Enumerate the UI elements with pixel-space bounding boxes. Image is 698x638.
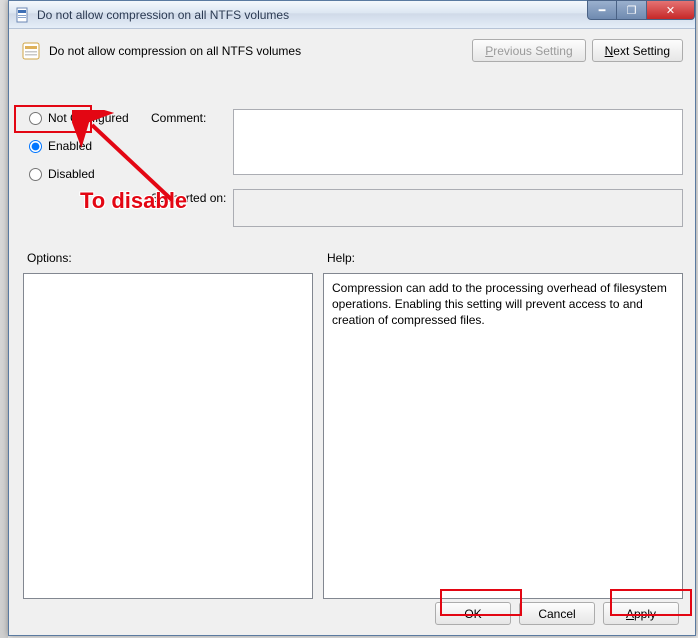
policy-dialog-window: Do not allow compression on all NTFS vol…: [8, 0, 696, 636]
radio-disabled[interactable]: Disabled: [29, 167, 129, 181]
radio-not-configured-label: Not Configured: [48, 111, 129, 125]
radio-enabled-label: Enabled: [48, 139, 92, 153]
previous-setting-button[interactable]: Previous Setting: [472, 39, 585, 62]
comment-input[interactable]: [233, 109, 683, 175]
options-label: Options:: [27, 251, 72, 265]
help-panel: Compression can add to the processing ov…: [323, 273, 683, 599]
maximize-button[interactable]: ❐: [617, 0, 647, 20]
radio-enabled-input[interactable]: [29, 140, 42, 153]
options-panel: [23, 273, 313, 599]
next-setting-button[interactable]: Next Setting: [592, 39, 683, 62]
cancel-button[interactable]: Cancel: [519, 602, 595, 625]
close-button[interactable]: ✕: [647, 0, 695, 20]
nav-buttons: Previous Setting Next Setting: [472, 39, 683, 62]
titlebar[interactable]: Do not allow compression on all NTFS vol…: [9, 1, 695, 29]
minimize-button[interactable]: ━: [587, 0, 617, 20]
policy-file-icon: [15, 7, 31, 23]
header-row: Do not allow compression on all NTFS vol…: [21, 39, 683, 62]
help-label: Help:: [327, 251, 355, 265]
apply-button[interactable]: Apply: [603, 602, 679, 625]
help-text: Compression can add to the processing ov…: [332, 281, 667, 327]
window-title: Do not allow compression on all NTFS vol…: [37, 8, 289, 22]
dialog-buttons: OK Cancel Apply: [435, 602, 679, 625]
radio-enabled[interactable]: Enabled: [29, 139, 129, 153]
state-radio-group: Not Configured Enabled Disabled: [29, 111, 129, 181]
comment-label: Comment:: [151, 111, 206, 125]
policy-icon: [21, 41, 41, 61]
radio-disabled-input[interactable]: [29, 168, 42, 181]
ok-button[interactable]: OK: [435, 602, 511, 625]
radio-disabled-label: Disabled: [48, 167, 95, 181]
radio-not-configured-input[interactable]: [29, 112, 42, 125]
window-controls: ━ ❐ ✕: [587, 0, 695, 20]
client-area: Do not allow compression on all NTFS vol…: [9, 29, 695, 635]
background-strip: [0, 0, 8, 638]
supported-on-label: Supported on:: [151, 191, 226, 205]
radio-not-configured[interactable]: Not Configured: [29, 111, 129, 125]
supported-on-box: [233, 189, 683, 227]
policy-heading: Do not allow compression on all NTFS vol…: [49, 44, 301, 58]
